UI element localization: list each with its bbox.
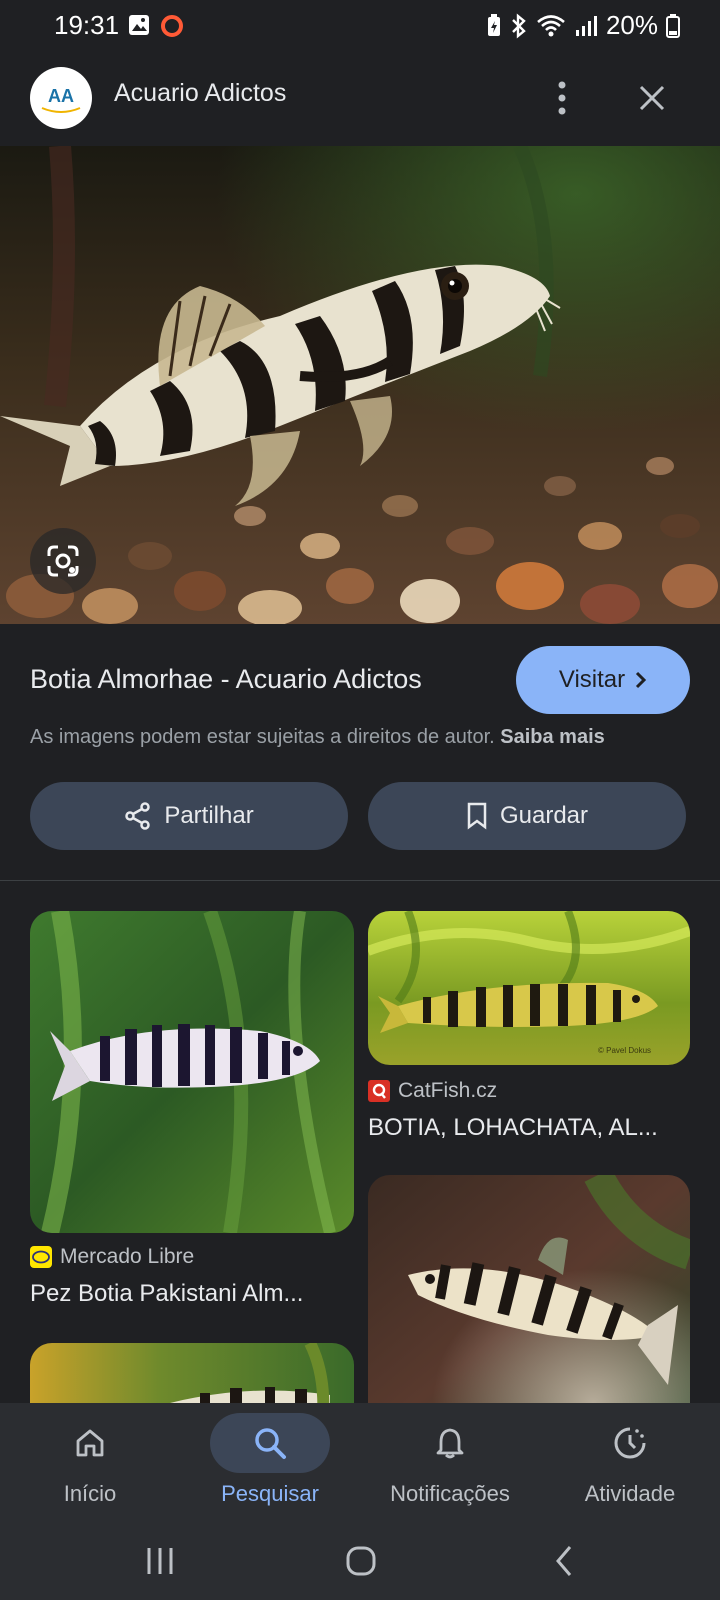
botia-fish-photo [0, 146, 720, 624]
site-name[interactable]: Acuario Adictos [114, 79, 286, 108]
status-time: 19:31 [54, 10, 120, 40]
home-circle-icon [346, 1546, 376, 1576]
result-title[interactable]: Botia Almorhae - Acuario Adictos [30, 664, 422, 695]
copyright-notice: As imagens podem estar sujeitas a direit… [30, 726, 605, 749]
signal-icon [575, 15, 597, 36]
nav-search[interactable]: Pesquisar [180, 1403, 360, 1523]
bottom-navigation: Início Pesquisar Notificações Atividade [0, 1403, 720, 1523]
battery-percentage: 20% [605, 10, 658, 40]
nav-home-label: Início [63, 1481, 117, 1506]
back-icon [556, 1546, 572, 1576]
share-label: Partilhar [164, 802, 254, 829]
mercado-libre-favicon [30, 1246, 52, 1268]
save-button[interactable]: Guardar [368, 782, 686, 850]
bell-icon [436, 1428, 464, 1459]
chevron-right-icon [636, 671, 647, 689]
nav-notifications[interactable]: Notificações [360, 1403, 540, 1523]
close-icon [639, 85, 665, 111]
photo-watermark: © Pavel Dokus [598, 1046, 651, 1055]
search-icon [255, 1428, 286, 1459]
lohachata-loach-photo: © Pavel Dokus [368, 911, 690, 1065]
copyright-text: As imagens podem estar sujeitas a direit… [30, 726, 495, 748]
recent-apps-button[interactable] [130, 1537, 190, 1585]
close-button[interactable] [628, 74, 676, 122]
home-icon [76, 1429, 104, 1457]
related-source-1[interactable]: Mercado Libre [30, 1245, 194, 1269]
visit-label: Visitar [558, 666, 626, 693]
more-options-button[interactable] [538, 74, 586, 122]
nav-notifications-label: Notificações [390, 1481, 510, 1506]
related-source-2[interactable]: CatFish.cz [368, 1079, 497, 1103]
recent-apps-icon [147, 1548, 173, 1574]
share-icon [125, 802, 151, 830]
related-title-1[interactable]: Pez Botia Pakistani Alm... [30, 1280, 303, 1308]
wifi-icon [537, 14, 565, 36]
bluetooth-icon [512, 12, 526, 39]
back-button[interactable] [534, 1537, 594, 1585]
related-title-2[interactable]: BOTIA, LOHACHATA, AL... [368, 1114, 658, 1142]
save-label: Guardar [499, 802, 589, 829]
source-name: Mercado Libre [60, 1245, 195, 1268]
related-image-1[interactable] [30, 911, 354, 1233]
main-image[interactable] [0, 146, 720, 624]
related-image-2[interactable]: © Pavel Dokus [368, 911, 690, 1065]
more-vert-icon [558, 81, 566, 115]
acuario-adictos-logo-icon: AA [41, 86, 81, 113]
activity-icon [614, 1427, 646, 1459]
record-notification-icon [161, 15, 183, 37]
bookmark-icon [467, 802, 487, 830]
zebra-loach-photo [30, 911, 354, 1233]
gallery-notification-icon [129, 15, 149, 35]
battery-saver-icon [487, 13, 500, 36]
divider [0, 880, 720, 881]
nav-search-label: Pesquisar [221, 1481, 319, 1506]
visit-button[interactable]: Visitar [516, 646, 690, 714]
learn-more-link[interactable]: Saiba mais [500, 726, 605, 748]
nav-activity-label: Atividade [584, 1481, 676, 1506]
share-button[interactable]: Partilhar [30, 782, 348, 850]
status-bar: 19:31 20% [0, 0, 720, 52]
home-system-button[interactable] [331, 1537, 391, 1585]
lens-icon [47, 545, 79, 577]
nav-activity[interactable]: Atividade [540, 1403, 720, 1523]
battery-icon [666, 13, 680, 38]
site-logo[interactable]: AA [30, 67, 92, 129]
viewer-header: AA Acuario Adictos [0, 52, 720, 144]
nav-home[interactable]: Início [0, 1403, 180, 1523]
system-navigation-bar [0, 1523, 720, 1600]
svg-text:AA: AA [48, 86, 74, 106]
google-lens-button[interactable] [30, 528, 96, 594]
catfish-favicon [368, 1080, 390, 1102]
source-name: CatFish.cz [398, 1079, 498, 1102]
